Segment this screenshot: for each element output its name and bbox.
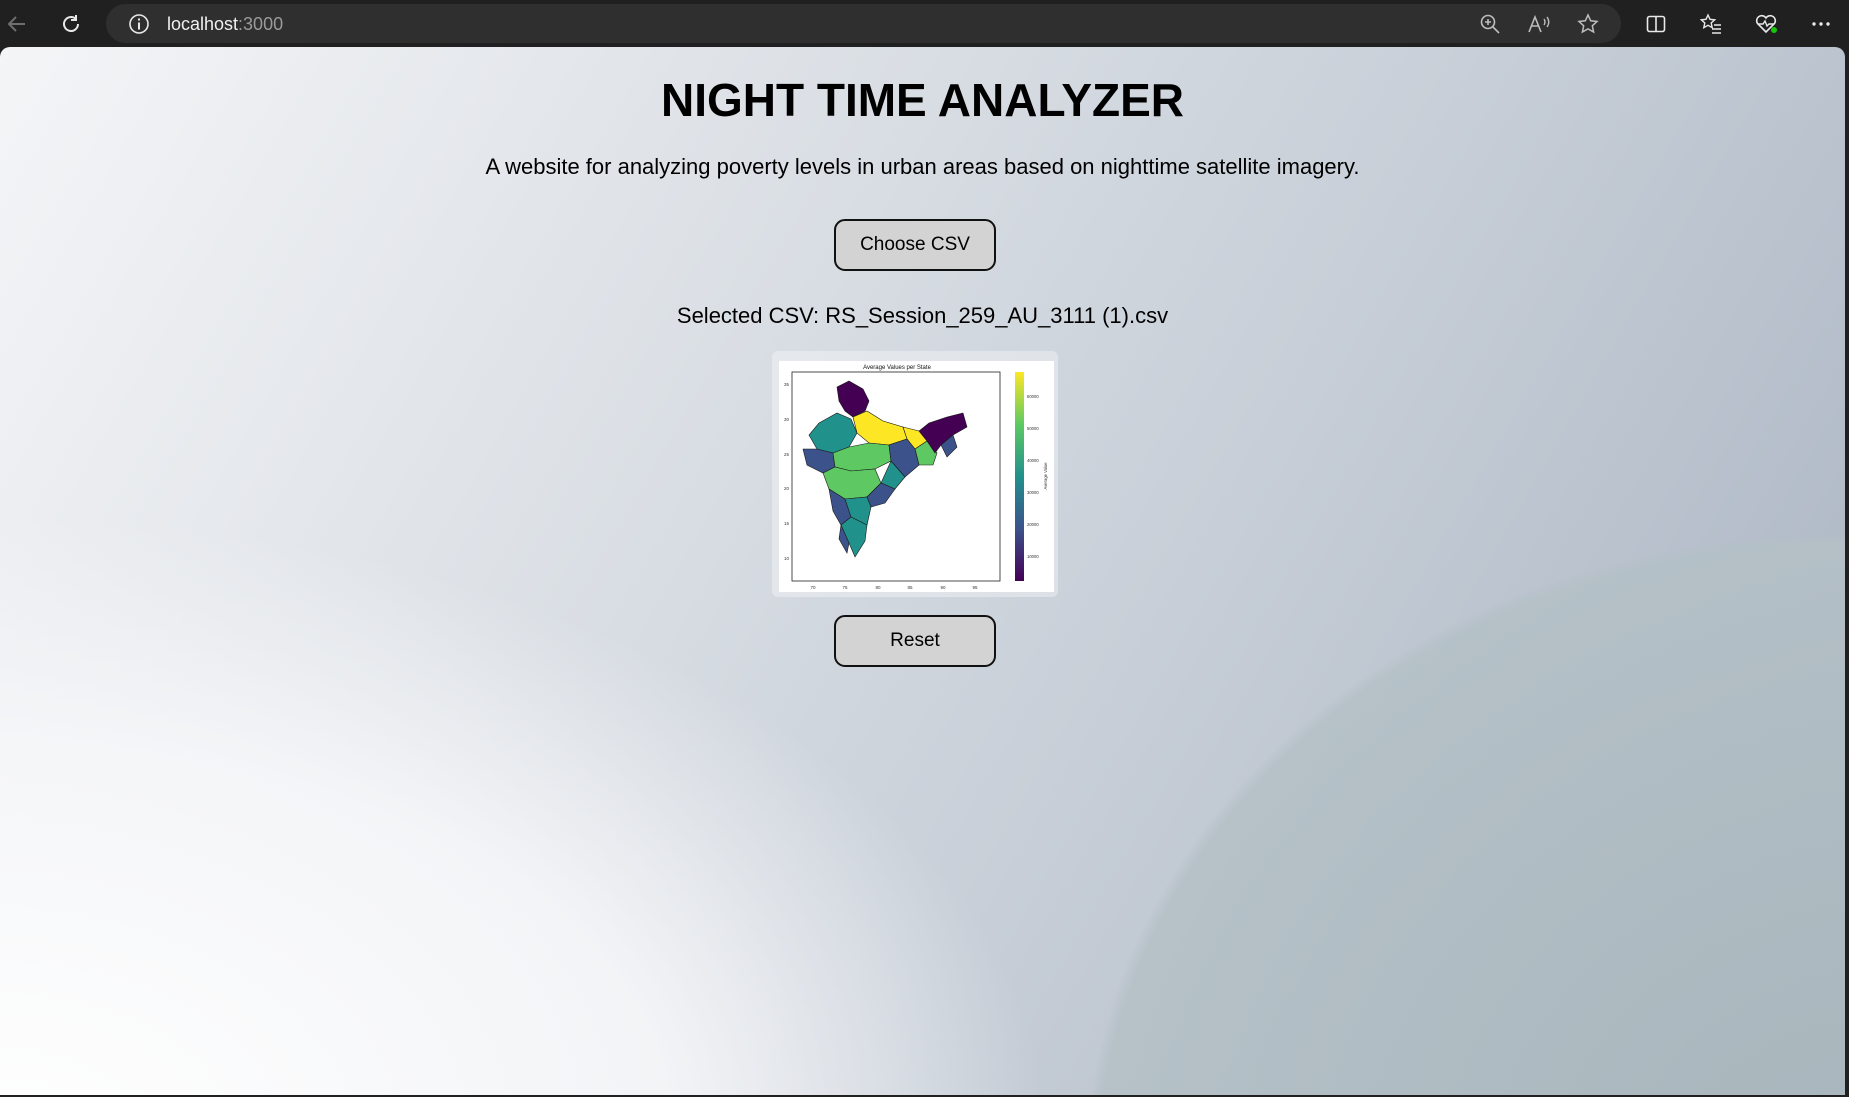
choose-csv-button[interactable]: Choose CSV bbox=[834, 219, 996, 271]
x-tick-label: 80 bbox=[875, 585, 881, 590]
x-tick-label: 70 bbox=[810, 585, 816, 590]
read-aloud-icon[interactable] bbox=[1527, 12, 1551, 36]
more-menu-icon[interactable] bbox=[1808, 11, 1834, 37]
colorbar-tick: 40000 bbox=[1027, 458, 1039, 463]
y-tick-label: 30 bbox=[784, 417, 790, 422]
colorbar-tick: 10000 bbox=[1027, 554, 1039, 559]
india-map bbox=[802, 380, 968, 558]
favorites-list-icon[interactable] bbox=[1698, 11, 1724, 37]
colorbar-tick: 60000 bbox=[1027, 394, 1039, 399]
colorbar-label: Average Value bbox=[1043, 462, 1048, 490]
selected-csv-label: Selected CSV: RS_Session_259_AU_3111 (1)… bbox=[676, 303, 1169, 328]
url-port: :3000 bbox=[238, 14, 284, 34]
x-tick-label: 75 bbox=[842, 585, 848, 590]
y-tick-label: 15 bbox=[784, 521, 790, 526]
star-icon[interactable] bbox=[1576, 12, 1600, 36]
region-north bbox=[836, 380, 870, 418]
zoom-in-icon[interactable] bbox=[1478, 12, 1502, 36]
page-title: NIGHT TIME ANALYZER bbox=[660, 74, 1185, 126]
back-arrow-icon[interactable] bbox=[1, 8, 33, 40]
split-screen-icon[interactable] bbox=[1643, 11, 1669, 37]
x-tick-label: 85 bbox=[907, 585, 913, 590]
page-viewport: NIGHT TIME ANALYZER A website for analyz… bbox=[0, 47, 1845, 1095]
page-description: A website for analyzing poverty levels i… bbox=[485, 154, 1360, 179]
x-tick-label: 90 bbox=[940, 585, 946, 590]
map-title: Average Values per State bbox=[863, 365, 931, 371]
reset-button[interactable]: Reset bbox=[834, 615, 996, 667]
url-text[interactable]: localhost:3000 bbox=[167, 14, 283, 35]
y-tick-label: 10 bbox=[784, 556, 790, 561]
address-bar[interactable]: localhost:3000 bbox=[106, 4, 1621, 43]
colorbar-tick: 50000 bbox=[1027, 426, 1039, 431]
url-host: localhost bbox=[167, 14, 239, 34]
info-icon[interactable] bbox=[128, 13, 150, 35]
state-average-map-image: Average Values per State 35 30 25 20 15 … bbox=[779, 361, 1054, 592]
reload-icon[interactable] bbox=[55, 8, 87, 40]
region-north-central bbox=[852, 410, 908, 446]
colorbar bbox=[1015, 372, 1024, 581]
y-tick-label: 25 bbox=[784, 452, 790, 457]
y-tick-label: 20 bbox=[784, 486, 790, 491]
browser-essentials-icon[interactable] bbox=[1753, 11, 1779, 37]
colorbar-tick: 20000 bbox=[1027, 522, 1039, 527]
colorbar-tick: 30000 bbox=[1027, 490, 1039, 495]
x-tick-label: 95 bbox=[972, 585, 978, 590]
y-tick-label: 35 bbox=[784, 382, 790, 387]
browser-toolbar: localhost:3000 bbox=[0, 0, 1849, 47]
